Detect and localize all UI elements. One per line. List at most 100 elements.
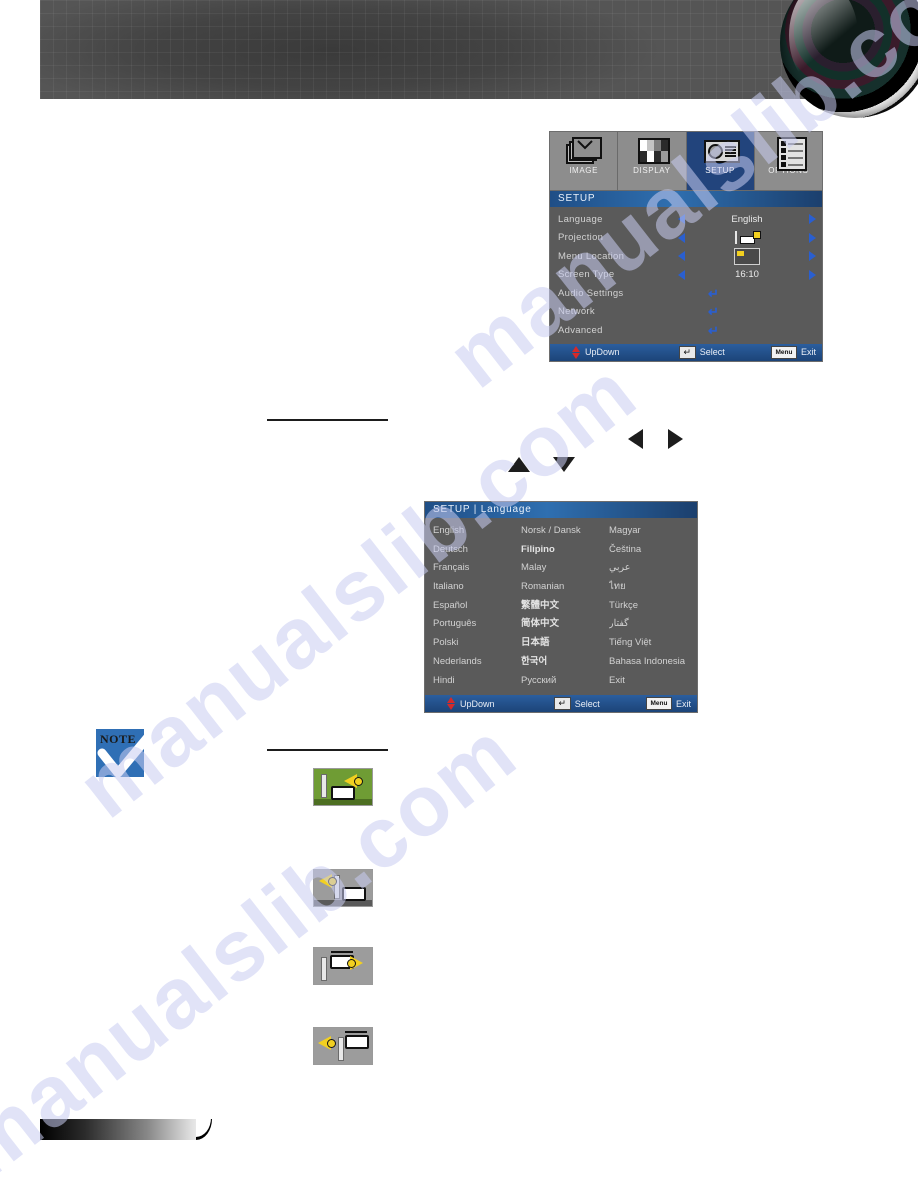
language-item[interactable]: Français: [433, 559, 521, 578]
tab-label: SETUP: [705, 166, 735, 175]
language-item[interactable]: Tiếng Việt: [609, 634, 705, 653]
language-item[interactable]: English: [433, 522, 521, 541]
osd-title: SETUP: [550, 190, 822, 207]
beam-dot: [347, 959, 356, 968]
osd-row-label: Audio Settings: [558, 287, 624, 299]
checkmark-icon: [97, 723, 163, 778]
osd-row-advanced[interactable]: Advanced ↵: [550, 321, 822, 340]
increment-arrow-icon[interactable]: [809, 214, 816, 225]
projection-icon-rear-ceiling: [313, 1027, 373, 1065]
language-item[interactable]: Norsk / Dansk: [521, 522, 609, 541]
increment-arrow-icon[interactable]: [809, 269, 816, 280]
language-item[interactable]: Italiano: [433, 578, 521, 597]
tab-options[interactable]: OPTIONS: [754, 132, 822, 190]
projector-stand: [331, 951, 353, 953]
tab-setup[interactable]: SETUP: [686, 132, 755, 190]
projector-stand: [343, 899, 365, 901]
language-item[interactable]: Bahasa Indonesia: [609, 653, 705, 672]
language-item[interactable]: عربي: [609, 559, 705, 578]
beam-dot: [327, 1039, 336, 1048]
osd-tab-bar: IMAGE DISPLAY SETUP: [550, 132, 822, 190]
screen-glyph: [321, 774, 327, 798]
osd-row-value: [685, 247, 809, 265]
osd-setup-rows: Language English Projection Menu Locatio…: [550, 207, 822, 344]
osd-row-language[interactable]: Language English: [550, 210, 822, 229]
language-item[interactable]: Romanian: [521, 578, 609, 597]
osd-row-projection[interactable]: Projection: [550, 229, 822, 248]
lens-glint: [789, 0, 858, 88]
osd-row-label: Projection: [558, 232, 604, 244]
down-arrow-icon: [553, 457, 575, 472]
note-icon: NOTE: [96, 723, 163, 778]
updown-arrows-icon: [447, 697, 456, 711]
language-item[interactable]: Português: [433, 615, 521, 634]
language-item[interactable]: Hindi: [433, 672, 521, 691]
enter-arrow-icon[interactable]: ↵: [708, 287, 719, 300]
osd-row-label: Menu Location: [558, 250, 625, 262]
image-icon: [565, 136, 602, 164]
enter-arrow-icon[interactable]: ↵: [708, 324, 719, 337]
page-header-banner: [40, 0, 918, 118]
enter-arrow-icon[interactable]: ↵: [708, 305, 719, 318]
language-item[interactable]: Magyar: [609, 522, 705, 541]
page-footer-tail: [196, 1118, 212, 1140]
setup-icon: [702, 136, 741, 164]
footer-updown: UpDown: [431, 697, 554, 711]
left-arrow-icon: [628, 429, 643, 449]
decrement-arrow-icon[interactable]: [678, 251, 685, 262]
footer-select-label: Select: [574, 698, 600, 709]
projector-stand: [345, 1031, 367, 1033]
language-item[interactable]: Exit: [609, 672, 705, 691]
osd-row-label: Network: [558, 306, 595, 318]
decrement-arrow-icon[interactable]: [678, 214, 685, 225]
language-item[interactable]: 日本語: [521, 634, 609, 653]
tab-label: IMAGE: [569, 166, 599, 175]
language-item[interactable]: Español: [433, 597, 521, 616]
language-item[interactable]: Nederlands: [433, 653, 521, 672]
camera-lens-icon: [780, 0, 918, 118]
language-item[interactable]: Türkçe: [609, 597, 705, 616]
language-item[interactable]: ไทย: [609, 578, 705, 597]
osd-row-network[interactable]: Network ↵: [550, 303, 822, 322]
page-footer-bar: [40, 1119, 200, 1140]
watermark-text: manualslib.com: [0, 703, 534, 1188]
footer-select: ↵ Select: [678, 345, 771, 359]
language-item[interactable]: Čeština: [609, 541, 705, 560]
osd-setup-menu: IMAGE DISPLAY SETUP SETUP Language Engli…: [550, 132, 822, 361]
footer-select: ↵ Select: [553, 697, 646, 711]
decrement-arrow-icon[interactable]: [678, 232, 685, 243]
increment-arrow-icon[interactable]: [809, 251, 816, 262]
tab-display[interactable]: DISPLAY: [618, 132, 687, 190]
menu-key-icon: Menu: [645, 697, 672, 711]
enter-key-icon: ↵: [553, 697, 571, 711]
osd-row-audio-settings[interactable]: Audio Settings ↵: [550, 284, 822, 303]
decrement-arrow-icon[interactable]: [678, 269, 685, 280]
enter-key-icon: ↵: [678, 345, 696, 359]
footer-updown-label: UpDown: [585, 347, 620, 357]
osd-row-label: Advanced: [558, 324, 603, 336]
language-item[interactable]: گفتار: [609, 615, 705, 634]
increment-arrow-icon[interactable]: [809, 232, 816, 243]
language-item[interactable]: 简体中文: [521, 615, 609, 634]
language-item[interactable]: 한국어: [521, 653, 609, 672]
footer-updown-label: UpDown: [460, 698, 495, 709]
tab-image[interactable]: IMAGE: [550, 132, 619, 190]
osd-row-menu-location[interactable]: Menu Location: [550, 247, 822, 266]
language-item[interactable]: Malay: [521, 559, 609, 578]
language-item[interactable]: Polski: [433, 634, 521, 653]
section-divider-rule: [267, 419, 388, 421]
osd-row-label: Language: [558, 213, 603, 225]
osd-language-menu: SETUP | Language English Norsk / Dansk M…: [425, 502, 697, 713]
osd-row-screen-type[interactable]: Screen Type 16:10: [550, 266, 822, 285]
osd-row-value: 16:10: [735, 269, 759, 281]
projection-icon-front-desktop: [313, 768, 373, 806]
osd-footer-language: UpDown ↵ Select Menu Exit: [425, 695, 697, 713]
language-item[interactable]: Deutsch: [433, 541, 521, 560]
projection-front-desktop-icon: [734, 231, 761, 245]
language-item[interactable]: 繁體中文: [521, 597, 609, 616]
screen-glyph: [321, 957, 327, 981]
language-item[interactable]: Русский: [521, 672, 609, 691]
projection-icon-front-ceiling: [313, 947, 373, 985]
language-item[interactable]: Filipino: [521, 541, 609, 560]
screen-glyph: [338, 1037, 344, 1061]
